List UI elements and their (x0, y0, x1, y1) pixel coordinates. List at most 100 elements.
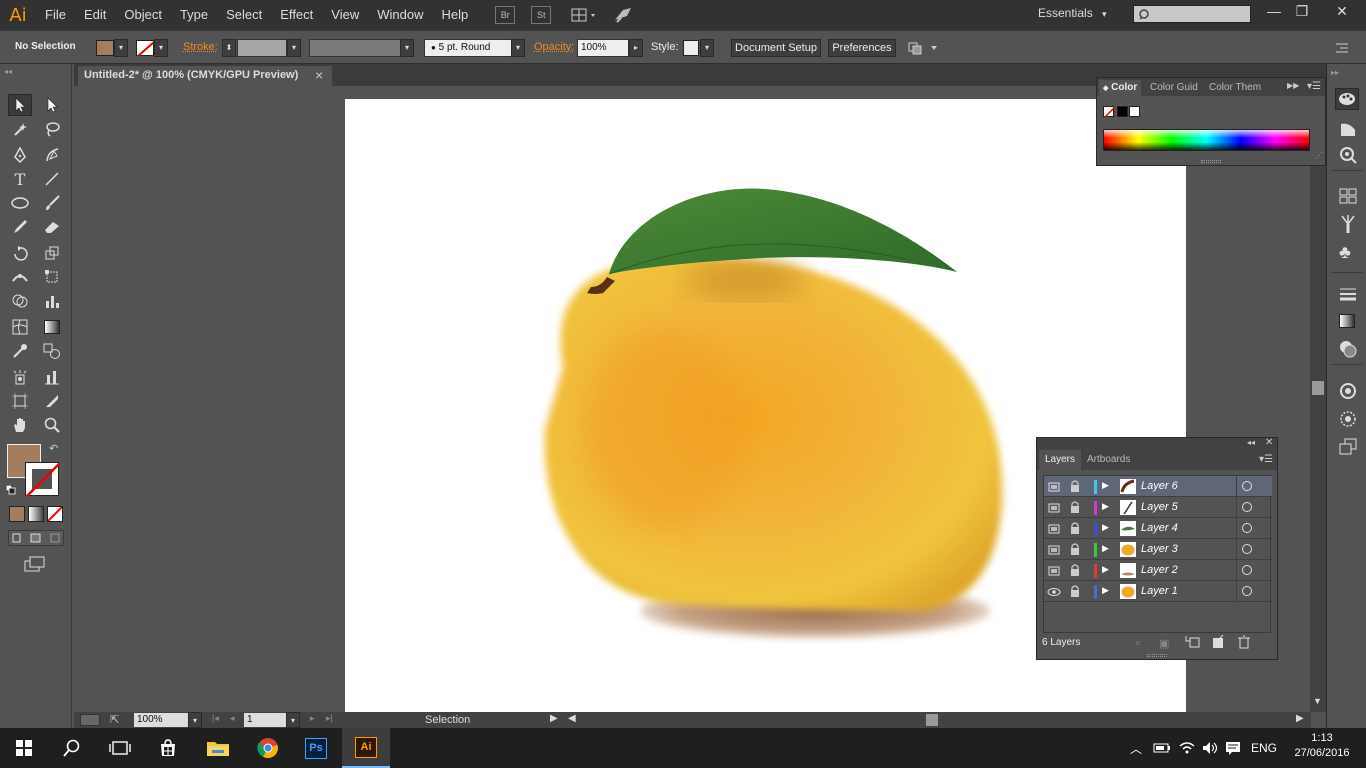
shape-builder-tool[interactable] (8, 290, 32, 312)
prev-artboard-icon[interactable]: ◂ (230, 713, 235, 724)
last-artboard-icon[interactable]: ▸| (326, 713, 333, 724)
clock[interactable]: 1:13 27/06/2016 (1292, 732, 1352, 759)
show-hidden-icons-icon[interactable]: ︿ (1130, 740, 1142, 757)
profile-dropdown[interactable]: ▾ (400, 39, 414, 57)
color-mode-button[interactable] (9, 506, 25, 522)
gradient-tool[interactable] (40, 316, 64, 338)
restore-button[interactable]: ❐ (1284, 0, 1320, 22)
layer-row[interactable]: ▶ Layer 2 (1044, 560, 1272, 581)
lock-icon[interactable] (1070, 500, 1080, 517)
tool-status[interactable]: Selection (425, 714, 470, 726)
tab-artboards[interactable]: Artboards (1087, 454, 1130, 465)
white-swatch[interactable] (1129, 106, 1140, 117)
visibility-toggle[interactable] (1047, 565, 1061, 579)
draw-modes[interactable] (8, 530, 64, 546)
stroke-weight-stepper[interactable]: ⬍ (222, 39, 236, 57)
zoom-dropdown[interactable]: ▾ (188, 712, 202, 728)
expand-layer-icon[interactable]: ▶ (1102, 564, 1109, 575)
artboard-dropdown[interactable]: ▾ (286, 712, 300, 728)
variable-width-profile[interactable] (309, 39, 401, 57)
target-icon[interactable] (1242, 481, 1252, 491)
artboard-tool[interactable] (8, 390, 32, 412)
help-search-input[interactable] (1133, 5, 1251, 23)
brush-definition-field[interactable]: ● 5 pt. Round (424, 39, 512, 57)
screen-mode-icon[interactable] (24, 556, 46, 572)
direct-selection-tool[interactable] (40, 94, 64, 116)
photoshop-button[interactable]: Ps (292, 728, 340, 768)
arrange-icon[interactable] (907, 40, 939, 56)
scroll-right-icon[interactable]: ▶ (1296, 713, 1304, 724)
target-icon[interactable] (1242, 565, 1252, 575)
preferences-button[interactable]: Preferences (828, 39, 896, 57)
bridge-button[interactable]: Br (495, 6, 516, 24)
layer-name[interactable]: Layer 4 (1141, 522, 1178, 534)
document-setup-button[interactable]: Document Setup (731, 39, 821, 57)
fill-dropdown[interactable]: ▾ (114, 39, 128, 57)
target-icon[interactable] (1242, 523, 1252, 533)
illustrator-button[interactable]: Ai (342, 728, 390, 768)
next-artboard-icon[interactable]: ▸ (310, 713, 315, 724)
target-icon[interactable] (1242, 544, 1252, 554)
lock-icon[interactable] (1070, 584, 1080, 601)
more-tabs-icon[interactable]: ▶▶ (1287, 81, 1299, 90)
scroll-left-icon[interactable]: ◀ (568, 713, 576, 724)
panel-menu-icon[interactable]: ▾☰ (1307, 81, 1321, 92)
document-tab-close-button[interactable]: × (315, 67, 323, 83)
locate-object-icon[interactable]: ⌕ (1135, 637, 1141, 650)
zoom-field[interactable]: 100% (134, 713, 190, 727)
expand-layer-icon[interactable]: ▶ (1102, 480, 1109, 491)
menu-file[interactable]: File (36, 0, 75, 30)
width-tool[interactable] (8, 266, 32, 288)
opacity-slider-button[interactable]: ▸ (629, 39, 643, 57)
graphic-style-swatch[interactable] (683, 40, 699, 56)
layer-name[interactable]: Layer 3 (1141, 543, 1178, 555)
file-explorer-button[interactable] (194, 728, 242, 768)
menu-select[interactable]: Select (217, 0, 271, 30)
stroke-color-swatch[interactable] (25, 462, 61, 498)
control-menu-icon[interactable] (1334, 41, 1350, 55)
expand-layer-icon[interactable]: ▶ (1102, 501, 1109, 512)
pencil-tool[interactable] (8, 216, 32, 238)
start-button[interactable] (0, 728, 48, 768)
color-themes-icon[interactable] (1339, 146, 1357, 167)
mesh-tool[interactable] (8, 316, 32, 338)
layers-panel-icon[interactable] (1339, 438, 1357, 459)
close-panel-icon[interactable]: ✕ (1265, 437, 1273, 448)
store-button[interactable] (144, 728, 192, 768)
share-icon[interactable]: ⇱ (110, 713, 119, 726)
appearance-icon[interactable] (1339, 382, 1357, 403)
collapse-panel-icon[interactable]: ◂◂ (1247, 438, 1255, 447)
symbol-sprayer-tool[interactable] (8, 366, 32, 388)
slice-tool[interactable] (40, 390, 64, 412)
tab-color[interactable]: ◆ Color (1099, 80, 1142, 96)
menu-effect[interactable]: Effect (271, 0, 322, 30)
visibility-toggle[interactable] (1047, 502, 1061, 516)
ellipse-tool[interactable] (8, 192, 32, 214)
graphic-styles-icon[interactable] (1339, 410, 1357, 431)
color-guide-icon[interactable] (1339, 120, 1357, 141)
graph-tool[interactable] (40, 290, 64, 312)
rotate-tool[interactable] (8, 242, 32, 264)
menu-view[interactable]: View (322, 0, 368, 30)
visibility-toggle[interactable] (1047, 481, 1061, 495)
lock-icon[interactable] (1070, 479, 1080, 496)
column-graph-tool[interactable] (40, 366, 64, 388)
brush-dropdown[interactable]: ▾ (511, 39, 525, 57)
layer-row[interactable]: ▶ Layer 3 (1044, 539, 1272, 560)
expand-layer-icon[interactable]: ▶ (1102, 585, 1109, 596)
none-mode-button[interactable] (47, 506, 63, 522)
layer-name[interactable]: Layer 1 (1141, 585, 1178, 597)
vertical-scrollbar[interactable]: ▼ ▲ (1310, 86, 1326, 712)
tab-color-guide[interactable]: Color Guid (1150, 82, 1198, 93)
free-transform-tool[interactable] (40, 266, 64, 288)
artboard-nav-icon[interactable] (80, 714, 100, 726)
artboard-number-field[interactable]: 1 (244, 713, 288, 727)
eyedropper-tool[interactable] (8, 340, 32, 362)
gradient-panel-icon[interactable] (1339, 314, 1355, 328)
hand-tool[interactable] (8, 414, 32, 436)
menu-object[interactable]: Object (115, 0, 171, 30)
wifi-icon[interactable] (1178, 740, 1196, 759)
stroke-panel-icon[interactable] (1339, 286, 1357, 305)
expand-panels-icon[interactable]: ▸▸ (1331, 68, 1339, 77)
visibility-toggle[interactable] (1047, 523, 1061, 537)
